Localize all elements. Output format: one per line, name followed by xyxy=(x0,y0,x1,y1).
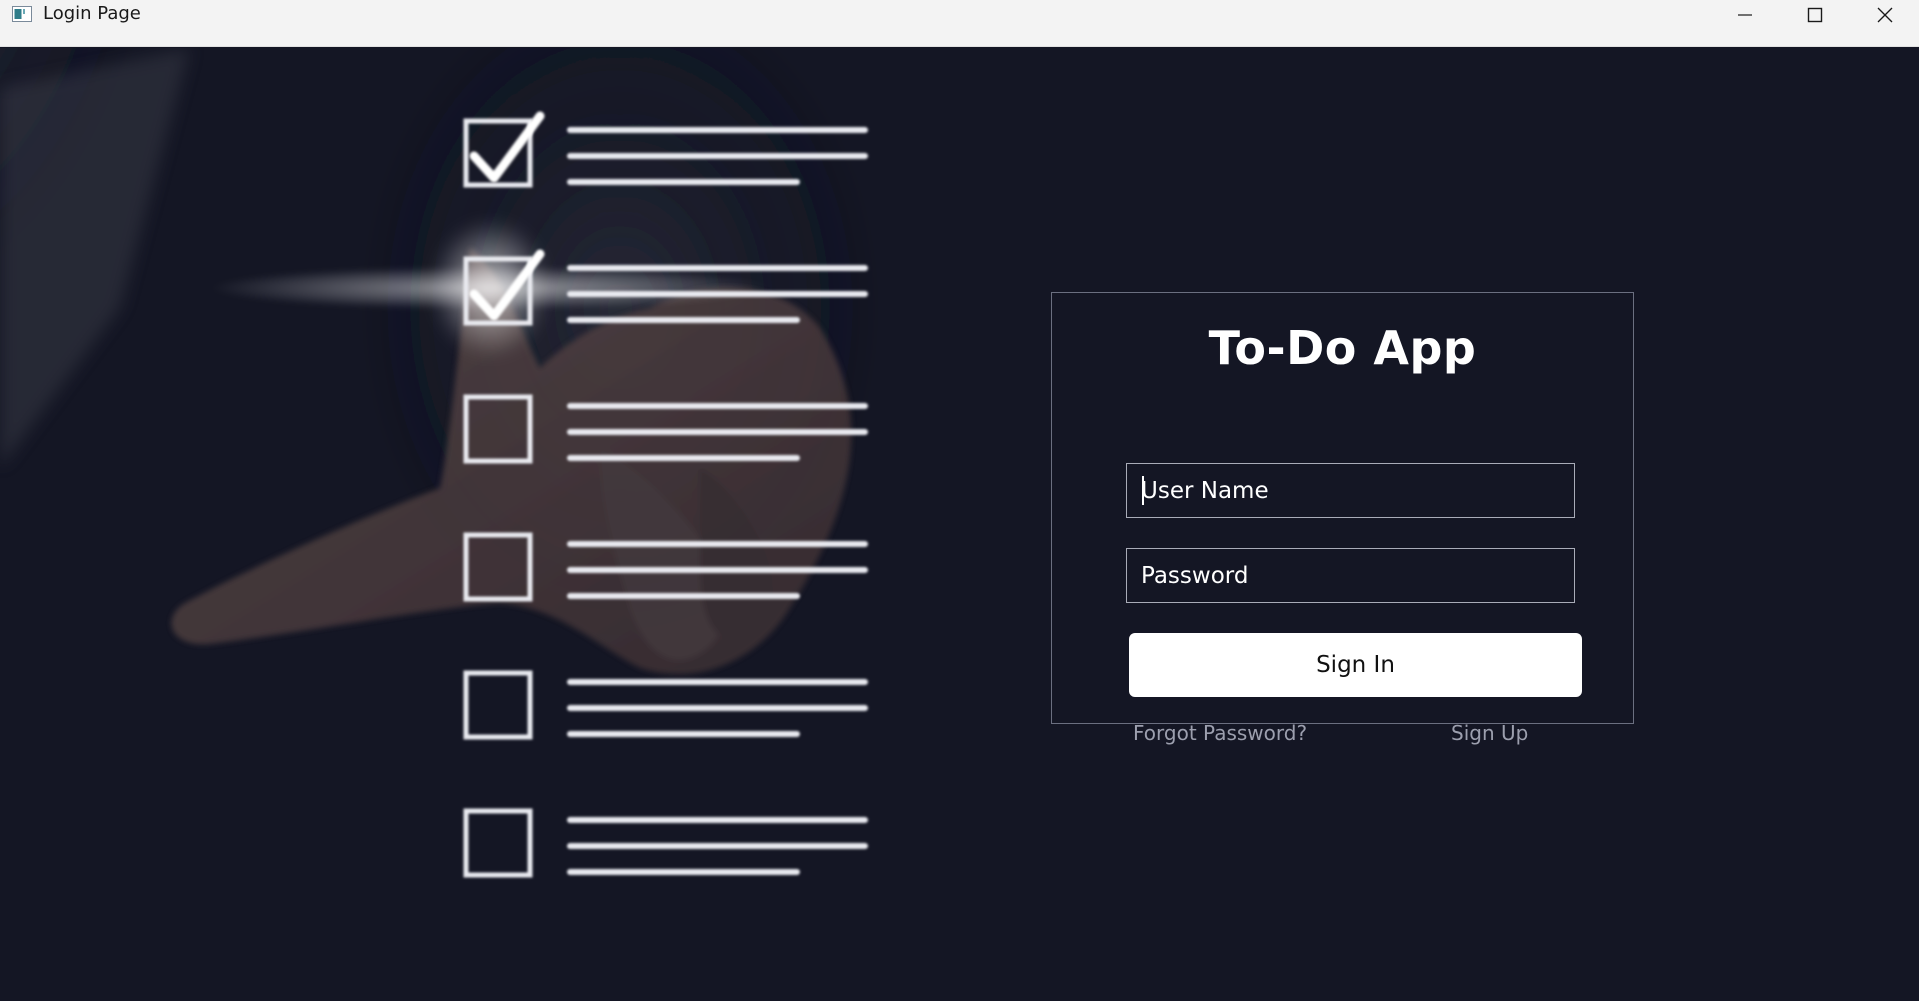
minimize-button[interactable] xyxy=(1710,0,1780,30)
login-window: Login Page To-Do App User Name Sign In F… xyxy=(0,0,1919,1001)
close-button[interactable] xyxy=(1850,0,1919,30)
close-icon xyxy=(1877,7,1893,23)
maximize-icon xyxy=(1807,7,1823,23)
hero-checklist-image xyxy=(0,48,1000,1001)
minimize-icon xyxy=(1737,7,1753,23)
username-input[interactable] xyxy=(1126,463,1575,518)
title-bar[interactable]: Login Page xyxy=(0,0,1919,47)
login-content: To-Do App Sign In Forgot Password? Sign … xyxy=(0,48,1919,1001)
text-caret xyxy=(1142,476,1144,505)
sign-in-button[interactable]: Sign In xyxy=(1129,633,1582,697)
app-window-icon xyxy=(12,6,32,22)
password-input[interactable] xyxy=(1126,548,1575,603)
sign-up-link[interactable]: Sign Up xyxy=(1451,721,1528,745)
maximize-button[interactable] xyxy=(1780,0,1850,30)
window-title: Login Page xyxy=(43,3,141,24)
forgot-password-link[interactable]: Forgot Password? xyxy=(1133,721,1307,745)
app-title: To-Do App xyxy=(1208,321,1477,375)
login-card: To-Do App Sign In Forgot Password? Sign … xyxy=(1051,292,1634,745)
